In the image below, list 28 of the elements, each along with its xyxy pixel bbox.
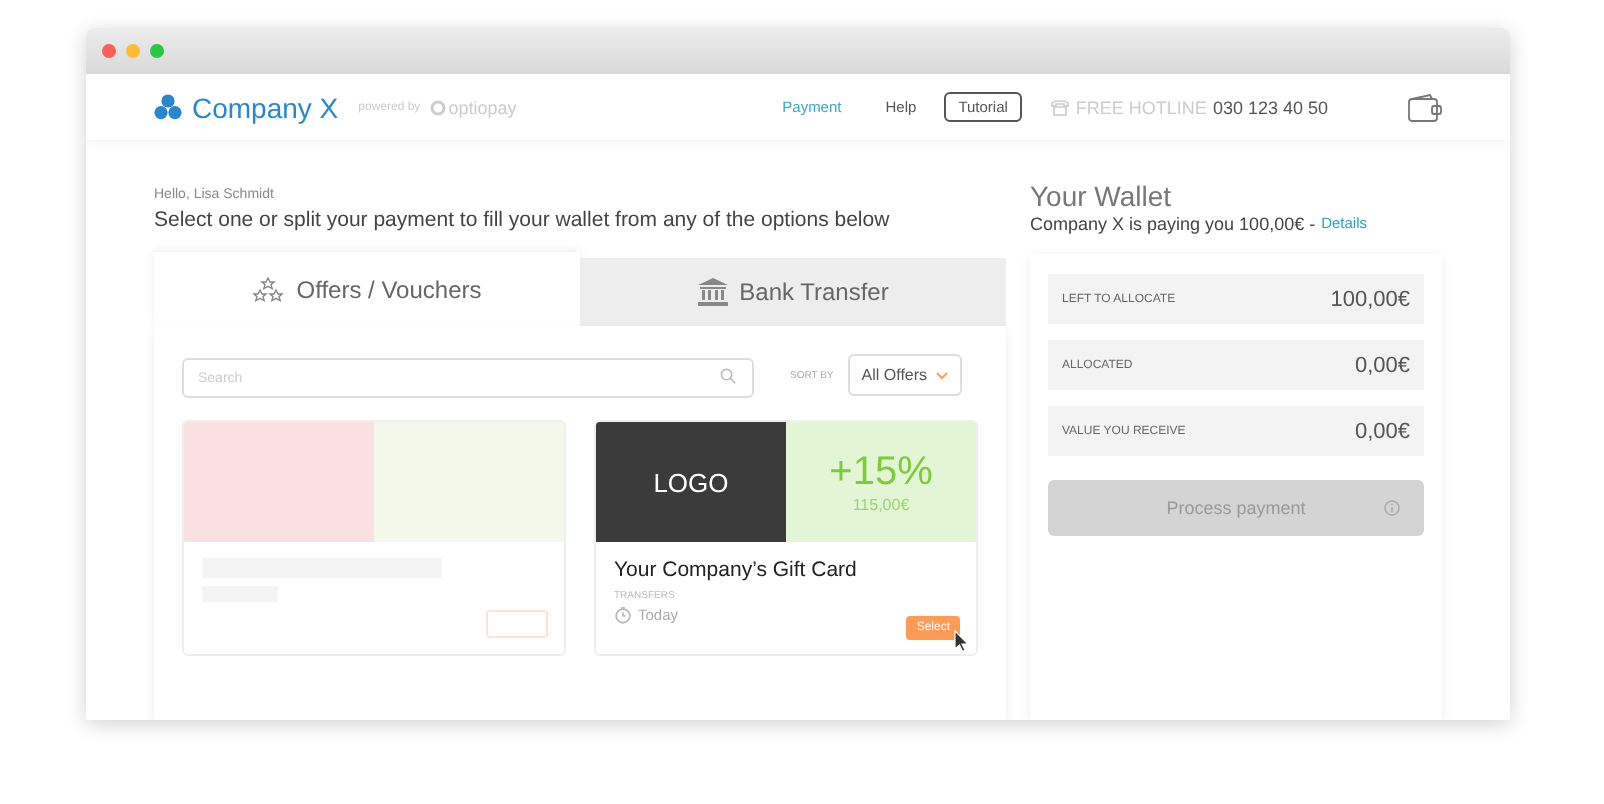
brand-name[interactable]: Company X [192,91,339,123]
wallet-row-value: 100,00€ [1330,287,1410,311]
wallet-title: Your Wallet [1030,180,1174,212]
info-icon [1384,500,1400,516]
close-icon[interactable] [102,44,116,58]
partner-logo-icon [430,99,447,115]
offer-title: Your Company’s Gift Card [614,558,859,582]
minimize-icon[interactable] [126,44,140,58]
search-icon [720,367,736,383]
hotline-number: 030 123 40 50 [1212,97,1328,117]
phone-icon [1049,98,1070,116]
clock-icon [614,606,632,624]
logo-text: LOGO [653,467,729,497]
wallet-icon[interactable] [1408,93,1442,121]
tab[interactable]: Bank Transfer [580,258,1006,326]
chevron-icon [935,371,948,379]
wallet-row-value: 0,00€ [1354,419,1410,443]
bank-icon [697,278,728,306]
tab[interactable]: Offers / Vouchers [154,252,580,326]
bonus-percent: +15% [829,450,933,496]
sort-dropdown[interactable]: All Offers [847,354,962,396]
maximize-icon[interactable] [150,44,164,58]
instruction-text: Select one or split your payment to fill your wallet from any of the options below [154,208,892,232]
wallet-row-value: 0,00€ [1354,353,1410,377]
bonus-value: 115,00€ [852,496,910,514]
stars-icon [252,275,285,303]
logo-icon [154,94,182,120]
wallet-subtitle: Company X is paying you 100,00€ - [1030,214,1316,234]
